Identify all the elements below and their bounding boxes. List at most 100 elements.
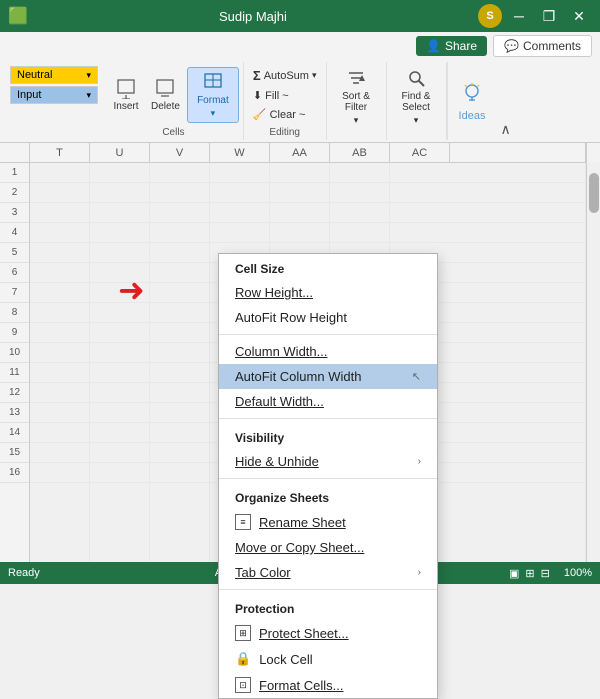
view-layout-icon[interactable]: ⊞ [525, 567, 534, 580]
table-row[interactable] [210, 203, 269, 223]
table-row[interactable] [30, 243, 89, 263]
table-row[interactable] [210, 183, 269, 203]
lock-cell-item[interactable]: 🔒 Lock Cell [219, 646, 437, 672]
table-row[interactable] [30, 303, 89, 323]
table-row[interactable] [90, 403, 149, 423]
find-button[interactable]: Find &Select ▾ [397, 64, 436, 129]
col-AA[interactable]: AA [270, 143, 330, 162]
share-button[interactable]: 👤 Share [416, 36, 487, 56]
table-row[interactable] [90, 323, 149, 343]
table-row[interactable] [330, 203, 389, 223]
minimize-button[interactable]: ─ [506, 3, 532, 29]
table-row[interactable] [330, 183, 389, 203]
table-row[interactable] [90, 283, 149, 303]
col-W[interactable]: W [210, 143, 270, 162]
column-width-item[interactable]: Column Width... [219, 339, 437, 364]
tab-color-item[interactable]: Tab Color › [219, 560, 437, 585]
table-row[interactable] [270, 163, 329, 183]
hide-unhide-item[interactable]: Hide & Unhide › [219, 449, 437, 474]
table-row[interactable] [150, 403, 209, 423]
table-row[interactable] [150, 303, 209, 323]
table-row[interactable] [30, 383, 89, 403]
table-row[interactable] [30, 403, 89, 423]
col-AB[interactable]: AB [330, 143, 390, 162]
col-T[interactable]: T [30, 143, 90, 162]
table-row[interactable] [390, 183, 585, 203]
table-row[interactable] [150, 203, 209, 223]
col-V[interactable]: V [150, 143, 210, 162]
clear-button[interactable]: 🧹 Clear ~ [248, 106, 322, 123]
table-row[interactable] [150, 443, 209, 463]
table-row[interactable] [30, 343, 89, 363]
table-row[interactable] [30, 223, 89, 243]
table-row[interactable] [150, 463, 209, 483]
autofit-row-height-item[interactable]: AutoFit Row Height [219, 305, 437, 330]
table-row[interactable] [150, 323, 209, 343]
table-row[interactable] [330, 223, 389, 243]
default-width-item[interactable]: Default Width... [219, 389, 437, 414]
table-row[interactable] [90, 343, 149, 363]
neutral-style[interactable]: Neutral ▾ [10, 66, 98, 84]
comments-button[interactable]: 💬 Comments [493, 35, 592, 57]
table-row[interactable] [90, 423, 149, 443]
table-row[interactable] [90, 443, 149, 463]
table-row[interactable] [150, 163, 209, 183]
table-row[interactable] [330, 163, 389, 183]
table-row[interactable] [150, 363, 209, 383]
table-row[interactable] [30, 283, 89, 303]
table-row[interactable] [150, 263, 209, 283]
restore-button[interactable]: ❐ [536, 3, 562, 29]
table-row[interactable] [90, 363, 149, 383]
table-row[interactable] [90, 463, 149, 483]
table-row[interactable] [30, 323, 89, 343]
table-row[interactable] [90, 163, 149, 183]
scrollbar-thumb[interactable] [589, 173, 599, 213]
move-copy-item[interactable]: Move or Copy Sheet... [219, 535, 437, 560]
table-row[interactable] [90, 263, 149, 283]
view-normal-icon[interactable]: ▣ [509, 567, 519, 580]
autosum-button[interactable]: Σ AutoSum ▾ [248, 66, 322, 85]
view-page-icon[interactable]: ⊟ [541, 567, 550, 580]
vertical-scrollbar[interactable] [586, 163, 600, 562]
protect-sheet-item[interactable]: ⊞ Protect Sheet... [219, 620, 437, 646]
table-row[interactable] [30, 263, 89, 283]
table-row[interactable] [150, 343, 209, 363]
table-row[interactable] [90, 243, 149, 263]
insert-button[interactable]: Insert [108, 67, 144, 123]
col-AC[interactable]: AC [390, 143, 450, 162]
table-row[interactable] [30, 183, 89, 203]
table-row[interactable] [90, 303, 149, 323]
col-U[interactable]: U [90, 143, 150, 162]
format-button[interactable]: Format ▾ [187, 67, 239, 123]
table-row[interactable] [270, 183, 329, 203]
table-row[interactable] [90, 183, 149, 203]
table-row[interactable] [150, 283, 209, 303]
input-style[interactable]: Input ▾ [10, 86, 98, 104]
table-row[interactable] [150, 243, 209, 263]
table-row[interactable] [150, 423, 209, 443]
ideas-button[interactable]: Ideas [447, 62, 497, 140]
fill-button[interactable]: ⬇ Fill ~ [248, 87, 322, 104]
table-row[interactable] [30, 443, 89, 463]
autofit-column-width-item[interactable]: AutoFit Column Width ↖ [219, 364, 437, 389]
sort-filter-button[interactable]: Sort &Filter ▾ [337, 64, 375, 129]
table-row[interactable] [390, 223, 585, 243]
table-row[interactable] [30, 463, 89, 483]
row-height-item[interactable]: Row Height... [219, 280, 437, 305]
table-row[interactable] [270, 223, 329, 243]
cell-T1[interactable] [30, 163, 89, 183]
table-row[interactable] [90, 223, 149, 243]
table-row[interactable] [90, 383, 149, 403]
close-button[interactable]: ✕ [566, 3, 592, 29]
table-row[interactable] [30, 363, 89, 383]
table-row[interactable] [30, 203, 89, 223]
table-row[interactable] [210, 163, 269, 183]
table-row[interactable] [210, 223, 269, 243]
table-row[interactable] [270, 203, 329, 223]
format-cells-item[interactable]: ⊡ Format Cells... [219, 672, 437, 698]
rename-sheet-item[interactable]: ≡ Rename Sheet [219, 509, 437, 535]
ribbon-collapse-button[interactable]: ∧ [497, 119, 515, 140]
table-row[interactable] [150, 183, 209, 203]
delete-button[interactable]: Delete [146, 67, 185, 123]
table-row[interactable] [390, 163, 585, 183]
